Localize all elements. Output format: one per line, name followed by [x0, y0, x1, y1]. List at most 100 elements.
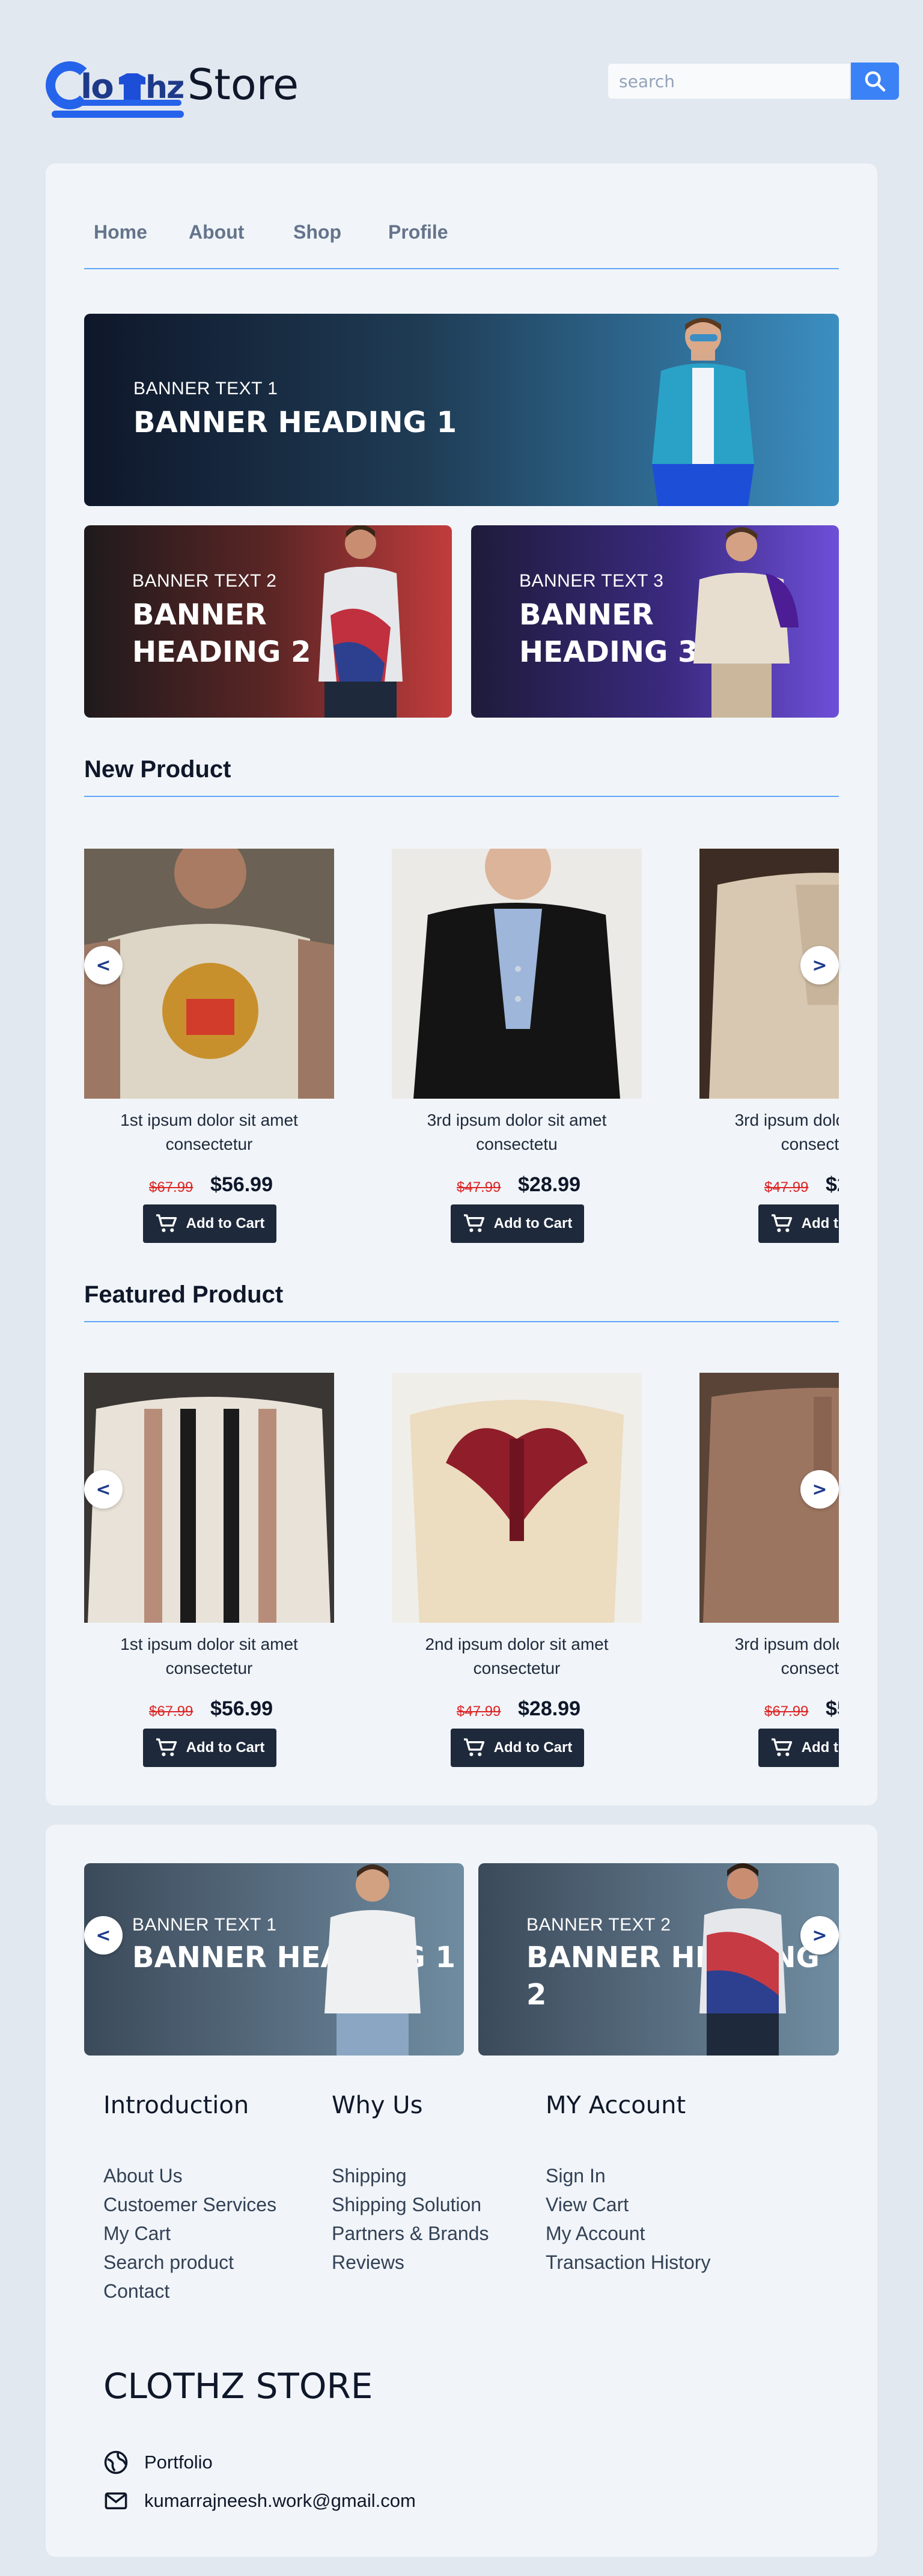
cart-icon [156, 1738, 177, 1756]
nav-shop[interactable]: Shop [293, 221, 341, 243]
product-name: 3rd ipsum dolor sit amet consectetu [427, 1111, 607, 1153]
add-to-cart-label: Add to Cart [493, 1215, 573, 1232]
footer-column-title: MY Account [546, 2092, 686, 2119]
product-price: $28.99 [826, 1173, 839, 1196]
portfolio-link[interactable]: Portfolio [103, 2450, 213, 2475]
footer-column-title: Introduction [103, 2092, 249, 2119]
cart-icon [463, 1738, 484, 1756]
model-image [652, 318, 754, 506]
model-image [693, 527, 799, 718]
nav-home[interactable]: Home [94, 221, 147, 243]
product-name: 1st ipsum dolor sit amet consectetur [120, 1635, 298, 1677]
footer-link[interactable]: Contact [103, 2277, 276, 2306]
nav-about[interactable]: About [189, 221, 244, 243]
banner-text: BANNER TEXT 3 [519, 571, 664, 591]
chevron-right-icon: > [812, 1479, 827, 1500]
carousel-next-button[interactable]: > [800, 946, 839, 984]
footer-link[interactable]: Sign In [546, 2161, 710, 2190]
add-to-cart-label: Add to Cart [186, 1739, 265, 1756]
chevron-left-icon: < [96, 954, 111, 976]
product-name: 3rd ipsum dolor sit amet consectetur [734, 1111, 839, 1153]
add-to-cart-label: Add to Cart [493, 1739, 573, 1756]
model-image [699, 1863, 786, 2056]
email-link[interactable]: kumarrajneesh.work@gmail.com [103, 2488, 416, 2513]
footer-store-name: CLOTHZ STORE [103, 2366, 373, 2407]
product-price: $28.99 [518, 1697, 580, 1720]
new-product-title: New Product [84, 756, 839, 797]
add-to-cart-label: Add to Cart [801, 1739, 839, 1756]
product-image[interactable] [392, 849, 642, 1099]
product-card: 2nd ipsum dolor sit amet consectetur $47… [392, 1373, 642, 1769]
product-old-price: $47.99 [457, 1703, 501, 1720]
search-bar [607, 63, 899, 100]
product-card: 3rd ipsum dolor sit amet consectetur $47… [699, 849, 839, 1245]
hero-banner-3[interactable]: BANNER TEXT 3 BANNER HEADING 3 [471, 525, 839, 718]
footer-link[interactable]: Search product [103, 2248, 276, 2277]
footer-banner-2[interactable]: BANNER TEXT 2 BANNER HEADING 2 [478, 1863, 839, 2056]
product-price: $56.99 [210, 1173, 273, 1196]
carousel-prev-button[interactable]: < [84, 1470, 123, 1509]
product-name: 3rd ipsum dolor sit amet consectetur [734, 1635, 839, 1677]
chevron-left-icon: < [96, 1924, 111, 1946]
footer-link[interactable]: Custoemer Services [103, 2190, 276, 2219]
chevron-left-icon: < [96, 1479, 111, 1500]
cart-icon [771, 1214, 792, 1232]
logo-word: Store [187, 60, 299, 109]
add-to-cart-button[interactable]: Add to Cart [758, 1204, 839, 1243]
product-price: $56.99 [826, 1697, 839, 1720]
carousel-next-button[interactable]: > [800, 1470, 839, 1509]
product-image[interactable] [84, 849, 334, 1099]
product-old-price: $47.99 [764, 1179, 809, 1195]
product-old-price: $67.99 [149, 1179, 193, 1195]
footer-link[interactable]: Shipping Solution [332, 2190, 489, 2219]
search-button[interactable] [851, 63, 899, 100]
footer-link[interactable]: My Account [546, 2219, 710, 2248]
footer-link[interactable]: Reviews [332, 2248, 489, 2277]
carousel-next-button[interactable]: > [800, 1916, 839, 1955]
add-to-cart-button[interactable]: Add to Cart [451, 1204, 584, 1243]
cart-icon [463, 1214, 484, 1232]
add-to-cart-button[interactable]: Add to Cart [451, 1729, 584, 1767]
product-name: 1st ipsum dolor sit amet consectetur [120, 1111, 298, 1153]
main-nav: Home About Shop Profile [84, 221, 839, 269]
banner-text: BANNER TEXT 2 [132, 571, 277, 591]
nav-profile[interactable]: Profile [388, 221, 448, 243]
product-image[interactable] [392, 1373, 642, 1623]
footer-link[interactable]: View Cart [546, 2190, 710, 2219]
search-input[interactable] [607, 63, 851, 100]
product-image[interactable] [84, 1373, 334, 1623]
add-to-cart-button[interactable]: Add to Cart [143, 1204, 276, 1243]
carousel-prev-button[interactable]: < [84, 946, 123, 984]
logo-underline [79, 100, 181, 106]
hero-banner-1[interactable]: BANNER TEXT 1 BANNER HEADING 1 [84, 314, 839, 506]
carousel-prev-button[interactable]: < [84, 1916, 123, 1955]
footer-link[interactable]: Partners & Brands [332, 2219, 489, 2248]
footer-link[interactable]: Shipping [332, 2161, 489, 2190]
email-label: kumarrajneesh.work@gmail.com [144, 2490, 416, 2511]
cart-icon [771, 1738, 792, 1756]
footer-link[interactable]: Transaction History [546, 2248, 710, 2277]
product-card: 3rd ipsum dolor sit amet consectetu $47.… [392, 849, 642, 1245]
hero-banner-2[interactable]: BANNER TEXT 2 BANNER HEADING 2 [84, 525, 452, 718]
model-image [324, 1864, 421, 2056]
new-product-carousel: 1st ipsum dolor sit amet consectetur $67… [84, 849, 839, 1245]
cart-icon [156, 1214, 177, 1232]
mail-icon [105, 2492, 127, 2509]
product-price: $28.99 [518, 1173, 580, 1196]
add-to-cart-button[interactable]: Add to Cart [758, 1729, 839, 1767]
footer-link[interactable]: About Us [103, 2161, 276, 2190]
logo[interactable]: lo hz Store [43, 53, 299, 120]
product-old-price: $67.99 [764, 1703, 809, 1720]
footer-banner-1[interactable]: BANNER TEXT 1 BANNER HEADING 1 [84, 1863, 464, 2056]
portfolio-label: Portfolio [144, 2452, 213, 2473]
product-card: 1st ipsum dolor sit amet consectetur $67… [84, 1373, 334, 1769]
logo-underline [52, 111, 184, 118]
banner-text: BANNER TEXT 2 [526, 1915, 671, 1935]
featured-product-carousel: 1st ipsum dolor sit amet consectetur $67… [84, 1373, 839, 1769]
product-card: 3rd ipsum dolor sit amet consectetur $67… [699, 1373, 839, 1769]
add-to-cart-button[interactable]: Add to Cart [143, 1729, 276, 1767]
logo-mark: lo hz [43, 58, 185, 120]
footer-link[interactable]: My Cart [103, 2219, 276, 2248]
site-header: lo hz Store [0, 0, 923, 163]
add-to-cart-label: Add to Cart [801, 1215, 839, 1232]
